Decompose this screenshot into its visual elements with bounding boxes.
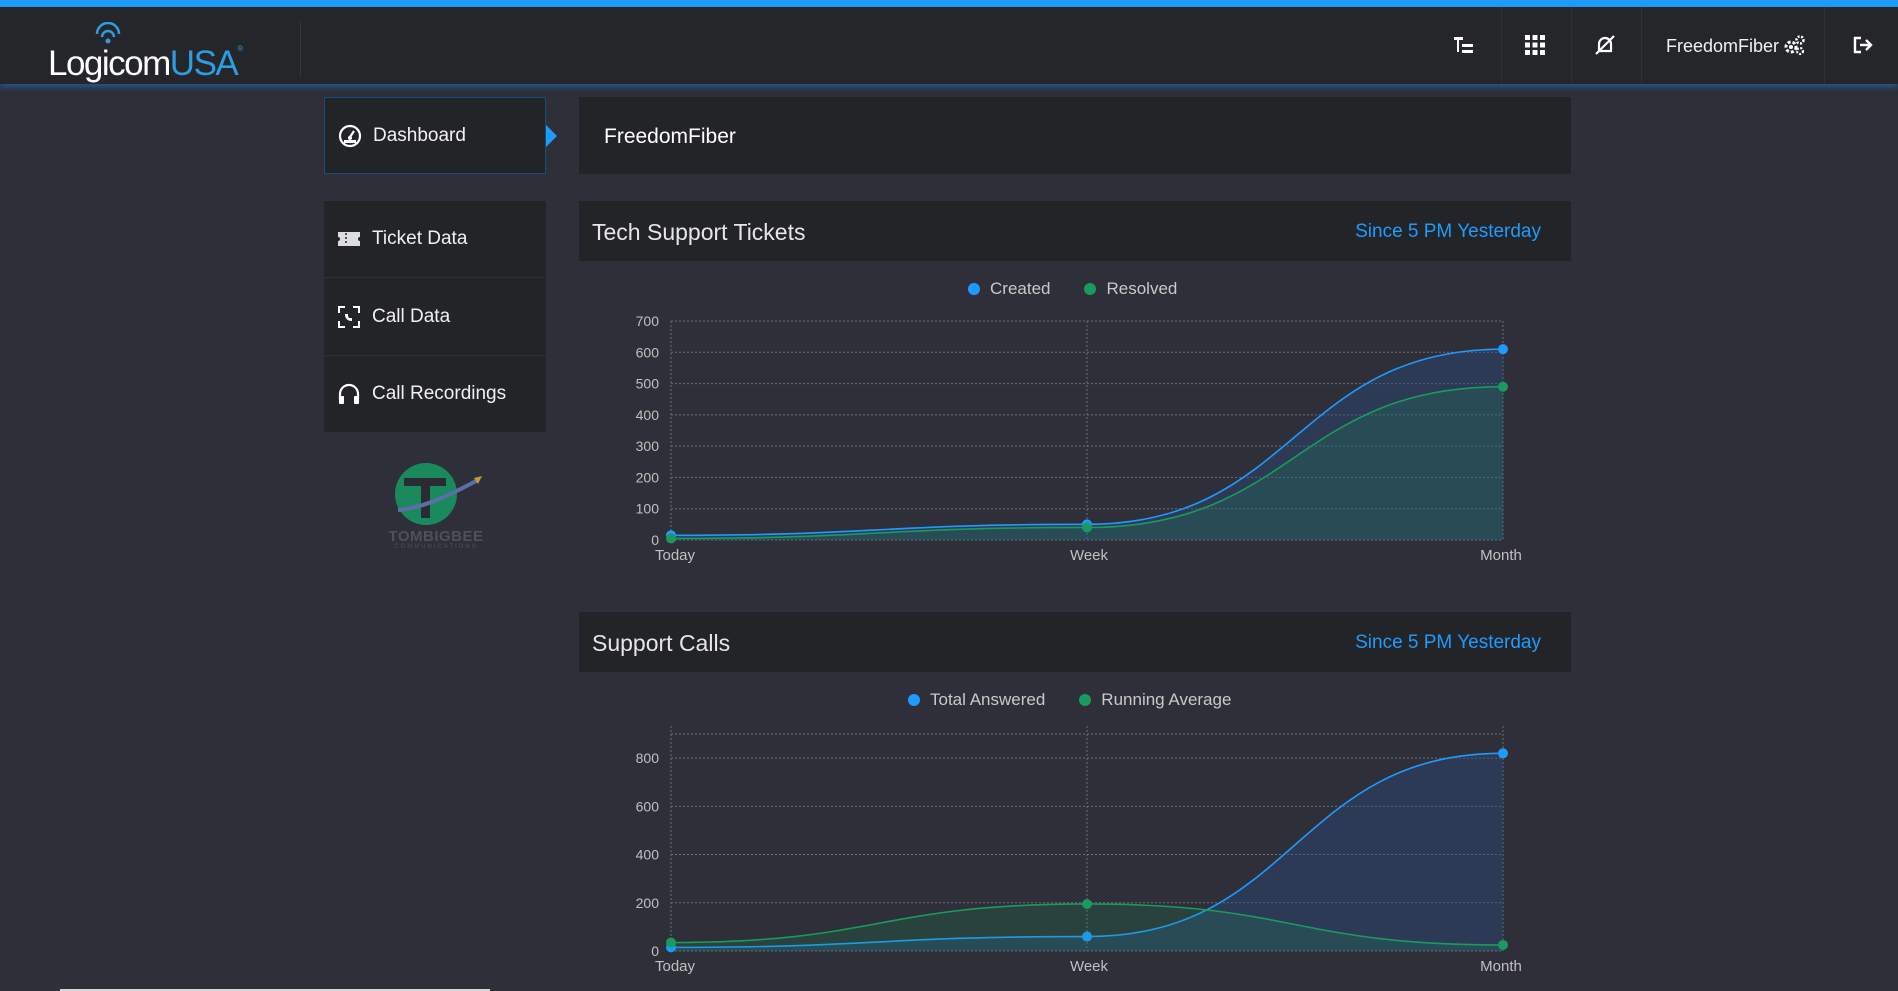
y-tick-label: 100	[636, 501, 660, 517]
y-tick-label: 600	[636, 344, 660, 360]
y-tick-label: 400	[636, 407, 660, 423]
data-point[interactable]	[1498, 939, 1508, 950]
y-tick-label: 400	[636, 847, 660, 863]
data-point[interactable]	[1498, 748, 1508, 759]
data-point[interactable]	[1498, 381, 1508, 392]
x-tick-label: Week	[1070, 958, 1109, 975]
data-point[interactable]	[1082, 898, 1092, 909]
data-point[interactable]	[666, 533, 676, 544]
data-point[interactable]	[1082, 522, 1092, 533]
y-tick-label: 0	[651, 532, 659, 548]
y-tick-label: 500	[636, 376, 660, 392]
x-tick-label: Today	[655, 547, 696, 564]
x-tick-label: Today	[655, 958, 696, 975]
y-tick-label: 700	[636, 313, 660, 329]
y-tick-label: 800	[636, 750, 660, 766]
x-tick-label: Month	[1480, 958, 1522, 975]
y-tick-label: 200	[636, 895, 660, 911]
charts-canvas: 0 100 200 300 400 500 600 700 Today Week Month 0 200…	[636, 313, 1522, 975]
y-tick-label: 0	[651, 943, 659, 959]
y-tick-label: 200	[636, 469, 660, 485]
data-point[interactable]	[1498, 344, 1508, 355]
data-point[interactable]	[666, 937, 676, 948]
y-tick-label: 600	[636, 798, 660, 814]
x-tick-label: Month	[1480, 547, 1522, 564]
x-tick-label: Week	[1070, 547, 1109, 564]
y-tick-label: 300	[636, 438, 660, 454]
